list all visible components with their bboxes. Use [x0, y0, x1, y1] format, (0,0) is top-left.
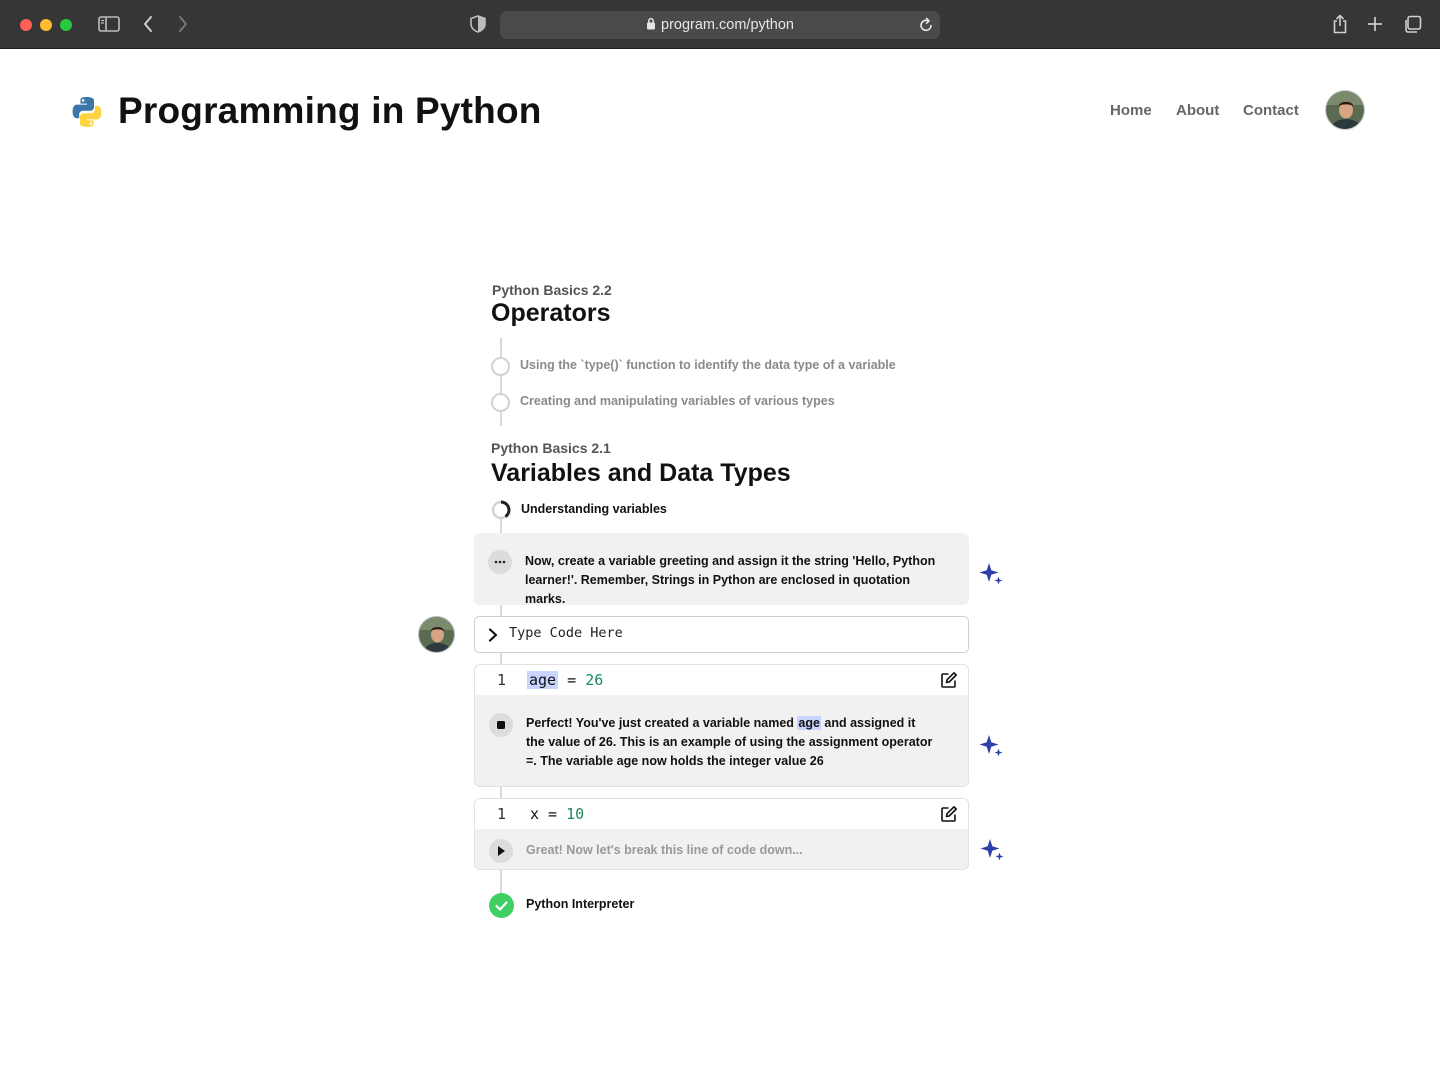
feedback-part: Perfect! You've just created a variable …	[526, 716, 798, 730]
back-icon[interactable]	[140, 12, 156, 36]
code-line: 1 x = 10	[475, 799, 968, 829]
code-operator: =	[558, 671, 586, 689]
code-operator: =	[539, 805, 567, 823]
ai-sparkle-icon[interactable]	[979, 561, 1005, 587]
close-window-button[interactable]	[20, 19, 32, 31]
url-text: program.com/python	[661, 17, 794, 33]
share-icon[interactable]	[1330, 12, 1350, 36]
feedback-highlight: age	[797, 716, 821, 730]
code-line: 1 age = 26	[475, 665, 968, 695]
topic-link[interactable]: Using the `type()` function to identify …	[520, 358, 896, 372]
feedback-text: Perfect! You've just created a variable …	[526, 714, 936, 771]
reload-icon[interactable]	[918, 16, 934, 38]
code-text: x = 10	[530, 805, 584, 823]
more-options-icon[interactable]	[488, 550, 512, 574]
edit-icon[interactable]	[940, 671, 958, 689]
address-bar[interactable]: program.com/python	[500, 11, 940, 39]
nav-about-link[interactable]: About	[1176, 102, 1219, 119]
user-avatar[interactable]	[1325, 90, 1365, 130]
line-number: 1	[497, 805, 507, 823]
instruction-card: Now, create a variable greeting and assi…	[474, 533, 969, 606]
code-input[interactable]	[509, 625, 929, 641]
topic-status-empty-icon	[491, 357, 510, 376]
code-variable: x	[530, 805, 540, 823]
lesson-kicker: Python Basics 2.1	[491, 440, 611, 456]
topic-complete-check-icon	[489, 893, 514, 918]
code-number: 10	[566, 805, 585, 823]
lesson-title: Operators	[491, 299, 611, 327]
sidebar-toggle-icon[interactable]	[97, 12, 121, 36]
ai-sparkle-icon[interactable]	[980, 837, 1006, 863]
code-text: age = 26	[527, 671, 603, 689]
lock-icon	[646, 17, 656, 34]
topic-current[interactable]: Understanding variables	[521, 502, 667, 516]
feedback-text: Great! Now let's break this line of code…	[526, 843, 803, 857]
lesson-kicker: Python Basics 2.2	[492, 282, 612, 298]
site-title: Programming in Python	[118, 90, 542, 131]
topic-link[interactable]: Creating and manipulating variables of v…	[520, 394, 835, 408]
new-tab-icon[interactable]	[1365, 12, 1385, 36]
tab-overview-icon[interactable]	[1401, 12, 1423, 36]
stop-icon[interactable]	[489, 713, 513, 737]
minimize-window-button[interactable]	[40, 19, 52, 31]
user-avatar-small	[418, 616, 455, 653]
lesson-title: Variables and Data Types	[491, 459, 791, 487]
privacy-shield-icon[interactable]	[468, 12, 488, 36]
python-logo-icon	[70, 95, 104, 129]
browser-toolbar: program.com/python	[0, 0, 1440, 49]
code-block: 1 age = 26 Perfect! You've just created …	[474, 664, 969, 787]
timeline-line	[500, 338, 502, 426]
edit-icon[interactable]	[940, 805, 958, 823]
play-icon[interactable]	[489, 839, 513, 863]
nav-contact-link[interactable]: Contact	[1243, 102, 1299, 119]
topic-status-empty-icon	[491, 393, 510, 412]
code-number: 26	[585, 671, 604, 689]
forward-icon[interactable]	[175, 12, 191, 36]
zoom-window-button[interactable]	[60, 19, 72, 31]
code-variable: age	[527, 671, 559, 689]
code-input-box[interactable]	[474, 616, 969, 653]
topic-completed[interactable]: Python Interpreter	[526, 897, 634, 911]
topic-in-progress-icon	[491, 500, 511, 520]
nav-home-link[interactable]: Home	[1110, 102, 1152, 119]
line-number: 1	[497, 671, 507, 689]
chevron-right-icon	[488, 628, 498, 647]
ai-sparkle-icon[interactable]	[979, 733, 1005, 759]
code-block: 1 x = 10 Great! Now let's break this lin…	[474, 798, 969, 870]
instruction-text: Now, create a variable greeting and assi…	[525, 554, 936, 606]
